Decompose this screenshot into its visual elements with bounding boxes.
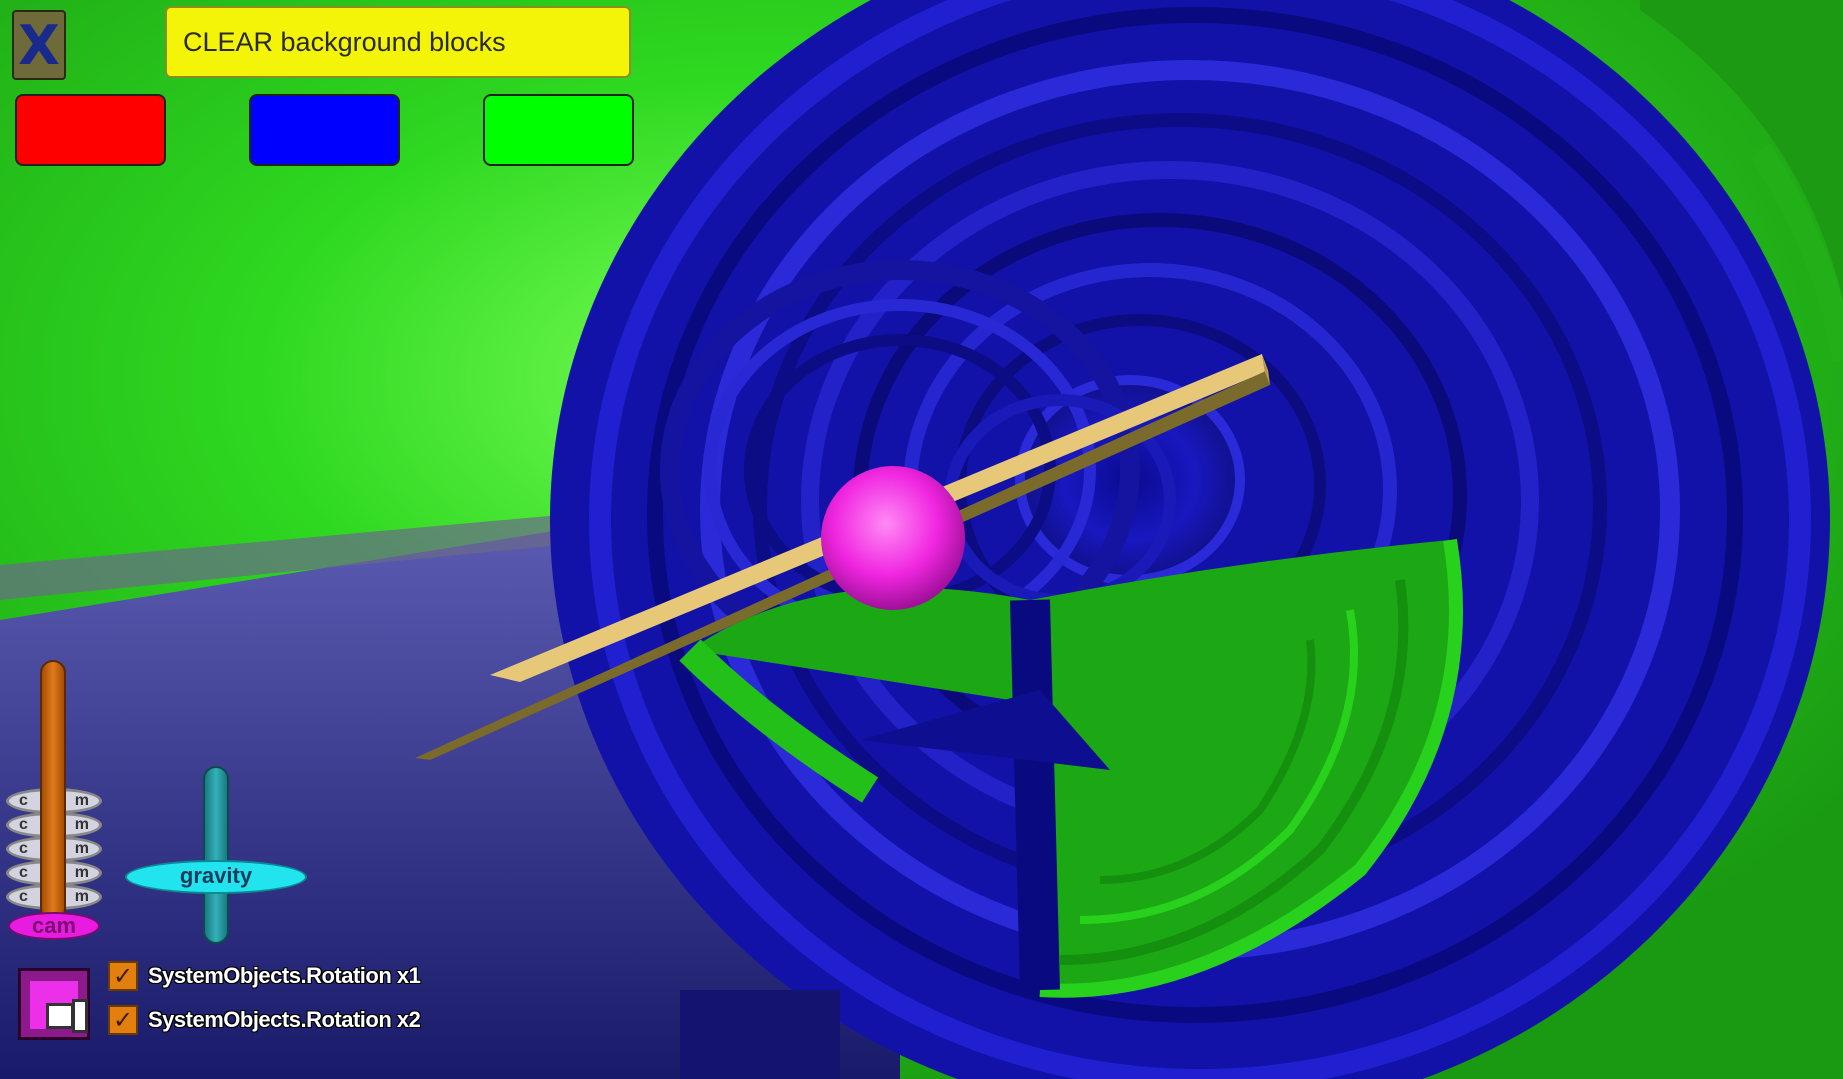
color-swatch-blue[interactable] <box>249 94 400 166</box>
rotation-x1-row: ✓ SystemObjects.Rotation x1 <box>108 960 421 992</box>
rotation-x2-label: SystemObjects.Rotation x2 <box>148 1007 421 1032</box>
clear-button-label: CLEAR background blocks <box>183 26 506 57</box>
checkmark-icon: ✓ <box>112 962 134 990</box>
checkmark-icon: ✓ <box>112 1006 134 1034</box>
rotation-x1-checkbox[interactable]: ✓ <box>108 961 138 991</box>
layout-toggle-icon <box>30 981 88 1033</box>
rotation-x2-row: ✓ SystemObjects.Rotation x2 <box>108 1004 421 1036</box>
clear-background-blocks-button[interactable]: CLEAR background blocks <box>165 6 631 78</box>
color-swatch-red[interactable] <box>15 94 166 166</box>
foreground-block <box>680 990 840 1079</box>
layout-toggle-button[interactable] <box>18 968 90 1040</box>
gravity-slider-handle[interactable]: gravity <box>125 860 307 894</box>
close-button[interactable]: X <box>12 10 66 80</box>
cam-slider-track[interactable] <box>40 660 66 922</box>
rotation-x1-label: SystemObjects.Rotation x1 <box>148 963 421 988</box>
color-swatch-green[interactable] <box>483 94 634 166</box>
rotation-x2-checkbox[interactable]: ✓ <box>108 1005 138 1035</box>
gravity-slider-track[interactable] <box>203 766 229 944</box>
magenta-sphere <box>821 466 965 610</box>
close-icon: X <box>18 13 60 77</box>
cam-slider-handle[interactable]: cam <box>8 912 100 940</box>
